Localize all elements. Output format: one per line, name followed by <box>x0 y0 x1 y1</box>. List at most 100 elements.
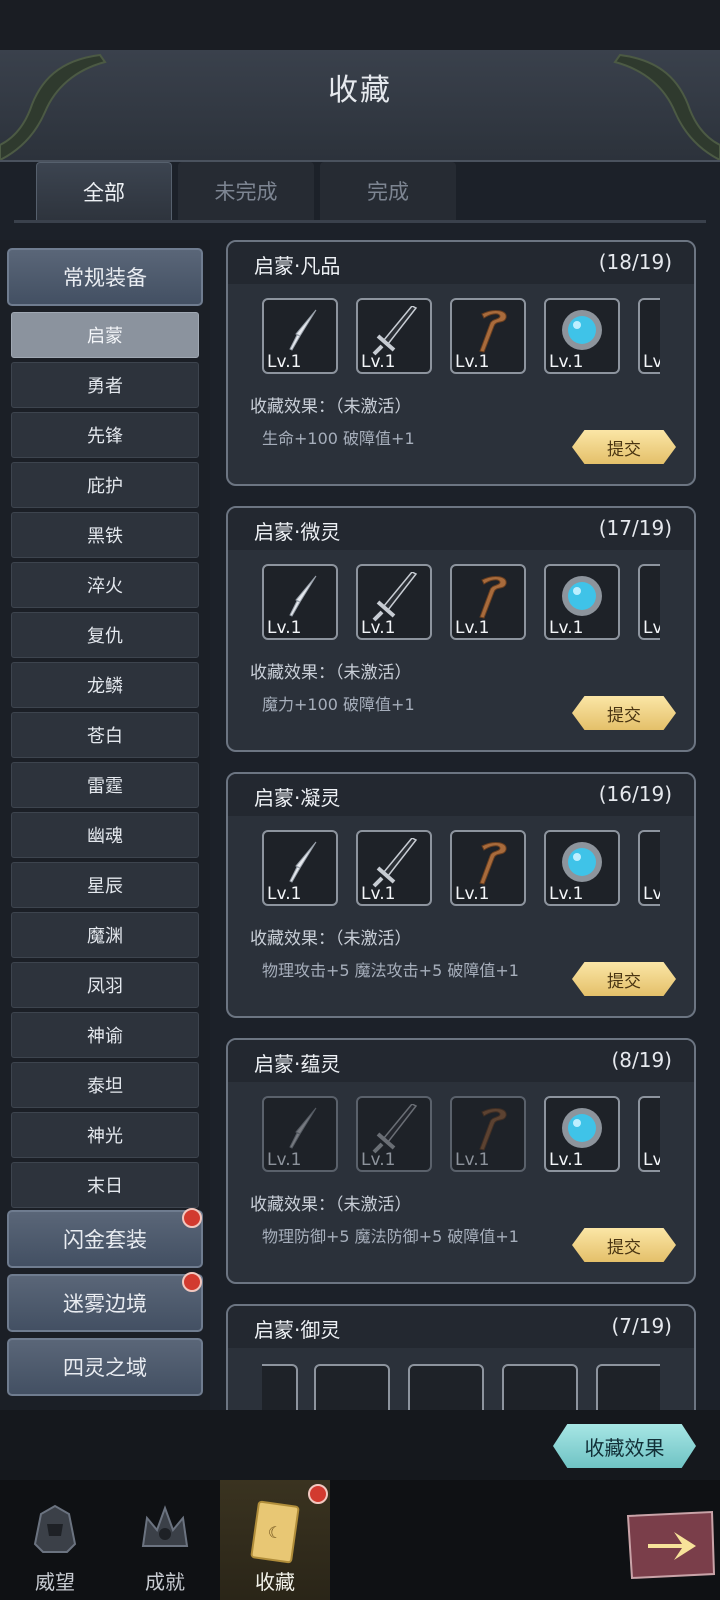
item-level: Lv <box>643 1150 660 1170</box>
effect-status: 收藏效果：（未激活） <box>250 663 412 683</box>
item-slot[interactable]: Lv.1 <box>262 1096 338 1172</box>
sidebar-item[interactable]: 魔渊 <box>11 912 199 958</box>
item-slot[interactable]: Lv <box>638 564 660 640</box>
category-mist-border[interactable]: 迷雾边境 <box>7 1274 203 1332</box>
sidebar-item[interactable]: 淬火 <box>11 562 199 608</box>
item-level: Lv.1 <box>267 618 302 638</box>
item-slot[interactable]: Lv.1 <box>262 298 338 374</box>
item-slot[interactable] <box>408 1364 484 1410</box>
collection-card: 启蒙·凡品 (18/19) Lv.1 Lv.1 Lv.1 Lv.1 Lv <box>226 240 696 486</box>
sidebar-item[interactable]: 苍白 <box>11 712 199 758</box>
effect-status: 收藏效果：（未激活） <box>250 1195 412 1215</box>
item-slot[interactable]: Lv.1 <box>356 830 432 906</box>
item-slot[interactable] <box>262 1364 298 1410</box>
category-shining-gold-set[interactable]: 闪金套装 <box>7 1210 203 1268</box>
item-slot[interactable]: Lv <box>638 298 660 374</box>
submit-button[interactable]: 提交 <box>572 696 676 730</box>
item-slot[interactable]: Lv.1 <box>450 830 526 906</box>
tab-complete[interactable]: 完成 <box>320 162 456 220</box>
item-level: Lv <box>643 618 660 638</box>
filter-tabs: 全部 未完成 完成 <box>36 162 456 220</box>
sidebar-item[interactable]: 神光 <box>11 1112 199 1158</box>
card-title: 启蒙·御灵 <box>254 1318 341 1342</box>
sidebar-item[interactable]: 复仇 <box>11 612 199 658</box>
item-level: Lv.1 <box>549 352 584 372</box>
category-sidebar[interactable]: 常规装备 启蒙 勇者 先锋 庇护 黑铁 淬火 复仇 龙鳞 苍白 雷霆 幽魂 星辰… <box>0 240 210 1410</box>
submit-button[interactable]: 提交 <box>572 1228 676 1262</box>
item-slot[interactable] <box>314 1364 390 1410</box>
category-regular-equipment[interactable]: 常规装备 <box>7 248 203 306</box>
status-bar <box>0 0 720 52</box>
card-header: 启蒙·凡品 (18/19) <box>228 242 694 284</box>
collection-card: 启蒙·蕴灵 (8/19) Lv.1 Lv.1 Lv.1 Lv.1 Lv <box>226 1038 696 1284</box>
nav-prestige[interactable]: 威望 <box>0 1480 110 1600</box>
sword-icon <box>372 572 418 622</box>
item-slot[interactable]: Lv <box>638 1096 660 1172</box>
item-level: Lv.1 <box>361 352 396 372</box>
spear-icon <box>289 309 317 351</box>
item-slot[interactable]: Lv.1 <box>544 298 620 374</box>
card-progress: (18/19) <box>598 250 672 274</box>
sidebar-item[interactable]: 雷霆 <box>11 762 199 808</box>
sidebar-item[interactable]: 龙鳞 <box>11 662 199 708</box>
orb-icon <box>562 842 602 882</box>
nav-achievement[interactable]: 成就 <box>110 1480 220 1600</box>
spear-icon <box>289 1107 317 1149</box>
item-slot[interactable]: Lv.1 <box>450 298 526 374</box>
sidebar-item[interactable]: 黑铁 <box>11 512 199 558</box>
page-title: 收藏 <box>328 73 392 108</box>
sidebar-item[interactable]: 幽魂 <box>11 812 199 858</box>
sidebar-item[interactable]: 先锋 <box>11 412 199 458</box>
card-progress: (16/19) <box>598 782 672 806</box>
sidebar-item-qimeng[interactable]: 启蒙 <box>11 312 199 358</box>
staff-icon <box>479 576 507 619</box>
item-slot[interactable]: Lv.1 <box>450 564 526 640</box>
sidebar-item[interactable]: 泰坦 <box>11 1062 199 1108</box>
item-slot[interactable]: Lv.1 <box>450 1096 526 1172</box>
item-slot[interactable]: Lv.1 <box>262 564 338 640</box>
sword-icon <box>372 306 418 356</box>
sidebar-item[interactable]: 星辰 <box>11 862 199 908</box>
forward-arrow-icon[interactable] <box>622 1508 718 1580</box>
item-slot[interactable]: Lv <box>638 830 660 906</box>
item-slot[interactable]: Lv.1 <box>356 298 432 374</box>
tab-all[interactable]: 全部 <box>36 162 172 220</box>
item-slot[interactable]: Lv.1 <box>356 1096 432 1172</box>
tab-incomplete[interactable]: 未完成 <box>178 162 314 220</box>
card-header: 启蒙·微灵 (17/19) <box>228 508 694 550</box>
staff-icon <box>479 310 507 353</box>
alert-dot <box>182 1272 202 1292</box>
collection-effect-button[interactable]: 收藏效果 <box>553 1424 696 1468</box>
item-slot[interactable]: Lv.1 <box>544 564 620 640</box>
effect-status: 收藏效果：（未激活） <box>250 929 412 949</box>
item-level: Lv.1 <box>267 1150 302 1170</box>
collection-card: 启蒙·微灵 (17/19) Lv.1 Lv.1 Lv.1 Lv.1 Lv <box>226 506 696 752</box>
sidebar-item[interactable]: 凤羽 <box>11 962 199 1008</box>
item-level: Lv.1 <box>361 1150 396 1170</box>
collection-list[interactable]: 启蒙·凡品 (18/19) Lv.1 Lv.1 Lv.1 Lv.1 Lv <box>210 240 720 1410</box>
effect-values: 物理攻击+5 魔法攻击+5 破障值+1 <box>262 961 519 980</box>
item-level: Lv.1 <box>455 1150 490 1170</box>
sidebar-item[interactable]: 勇者 <box>11 362 199 408</box>
category-four-spirits[interactable]: 四灵之域 <box>7 1338 203 1396</box>
item-row <box>262 1364 660 1410</box>
sidebar-item[interactable]: 庇护 <box>11 462 199 508</box>
submit-button[interactable]: 提交 <box>572 962 676 996</box>
submit-button[interactable]: 提交 <box>572 430 676 464</box>
item-slot[interactable] <box>502 1364 578 1410</box>
card-icon: ☾ <box>250 1500 300 1564</box>
orb-icon <box>562 576 602 616</box>
sidebar-item[interactable]: 神谕 <box>11 1012 199 1058</box>
item-slot[interactable]: Lv.1 <box>262 830 338 906</box>
tab-divider <box>14 220 706 223</box>
item-slot[interactable]: Lv.1 <box>544 1096 620 1172</box>
crown-icon <box>141 1505 189 1547</box>
item-slot[interactable]: Lv.1 <box>544 830 620 906</box>
item-slot[interactable] <box>596 1364 660 1410</box>
item-level: Lv.1 <box>549 884 584 904</box>
card-header: 启蒙·蕴灵 (8/19) <box>228 1040 694 1082</box>
item-level: Lv.1 <box>455 884 490 904</box>
item-level: Lv <box>643 884 660 904</box>
sidebar-item[interactable]: 末日 <box>11 1162 199 1208</box>
item-slot[interactable]: Lv.1 <box>356 564 432 640</box>
